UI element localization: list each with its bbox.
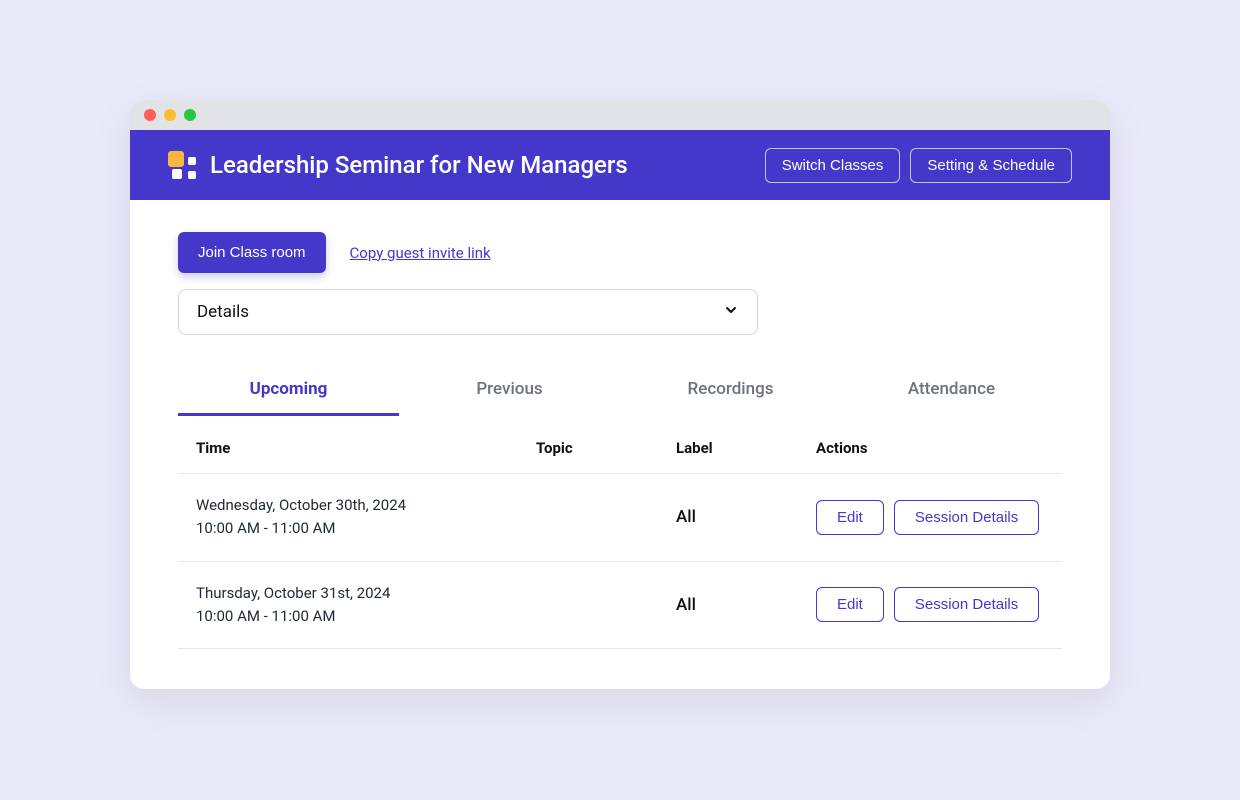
tab-previous[interactable]: Previous	[399, 367, 620, 416]
setting-schedule-button[interactable]: Setting & Schedule	[910, 148, 1072, 183]
col-header-label: Label	[676, 439, 816, 457]
edit-button[interactable]: Edit	[816, 587, 884, 622]
session-details-button[interactable]: Session Details	[894, 500, 1039, 535]
details-dropdown-label: Details	[197, 302, 249, 322]
app-logo-icon	[168, 151, 196, 179]
session-hours: 10:00 AM - 11:00 AM	[196, 517, 536, 540]
session-actions: Edit Session Details	[816, 500, 1044, 535]
main-body: Join Class room Copy guest invite link D…	[130, 200, 1110, 689]
chevron-down-icon	[723, 302, 739, 322]
copy-guest-invite-link[interactable]: Copy guest invite link	[350, 244, 491, 262]
col-header-topic: Topic	[536, 439, 676, 457]
session-date: Thursday, October 31st, 2024	[196, 582, 536, 605]
table-row: Wednesday, October 30th, 2024 10:00 AM -…	[178, 474, 1062, 562]
edit-button[interactable]: Edit	[816, 500, 884, 535]
window-close-dot[interactable]	[144, 109, 156, 121]
session-date: Wednesday, October 30th, 2024	[196, 494, 536, 517]
details-dropdown[interactable]: Details	[178, 289, 758, 335]
app-header: Leadership Seminar for New Managers Swit…	[130, 130, 1110, 200]
col-header-time: Time	[196, 439, 536, 457]
join-classroom-button[interactable]: Join Class room	[178, 232, 326, 273]
session-hours: 10:00 AM - 11:00 AM	[196, 605, 536, 628]
session-details-button[interactable]: Session Details	[894, 587, 1039, 622]
session-label: All	[676, 507, 816, 527]
session-actions: Edit Session Details	[816, 587, 1044, 622]
tab-upcoming[interactable]: Upcoming	[178, 367, 399, 416]
header-actions: Switch Classes Setting & Schedule	[765, 148, 1072, 183]
header-left: Leadership Seminar for New Managers	[168, 151, 628, 179]
table-row: Thursday, October 31st, 2024 10:00 AM - …	[178, 562, 1062, 650]
tabs: Upcoming Previous Recordings Attendance	[178, 367, 1062, 417]
session-time: Wednesday, October 30th, 2024 10:00 AM -…	[196, 494, 536, 541]
page-title: Leadership Seminar for New Managers	[210, 151, 628, 179]
session-label: All	[676, 595, 816, 615]
session-time: Thursday, October 31st, 2024 10:00 AM - …	[196, 582, 536, 629]
tab-attendance[interactable]: Attendance	[841, 367, 1062, 416]
sessions-table: Time Topic Label Actions Wednesday, Octo…	[178, 417, 1062, 649]
window-titlebar	[130, 100, 1110, 130]
switch-classes-button[interactable]: Switch Classes	[765, 148, 901, 183]
tab-recordings[interactable]: Recordings	[620, 367, 841, 416]
window-minimize-dot[interactable]	[164, 109, 176, 121]
col-header-actions: Actions	[816, 439, 1044, 457]
primary-action-row: Join Class room Copy guest invite link	[178, 232, 1062, 273]
table-header: Time Topic Label Actions	[178, 417, 1062, 474]
window-maximize-dot[interactable]	[184, 109, 196, 121]
app-window: Leadership Seminar for New Managers Swit…	[130, 100, 1110, 689]
